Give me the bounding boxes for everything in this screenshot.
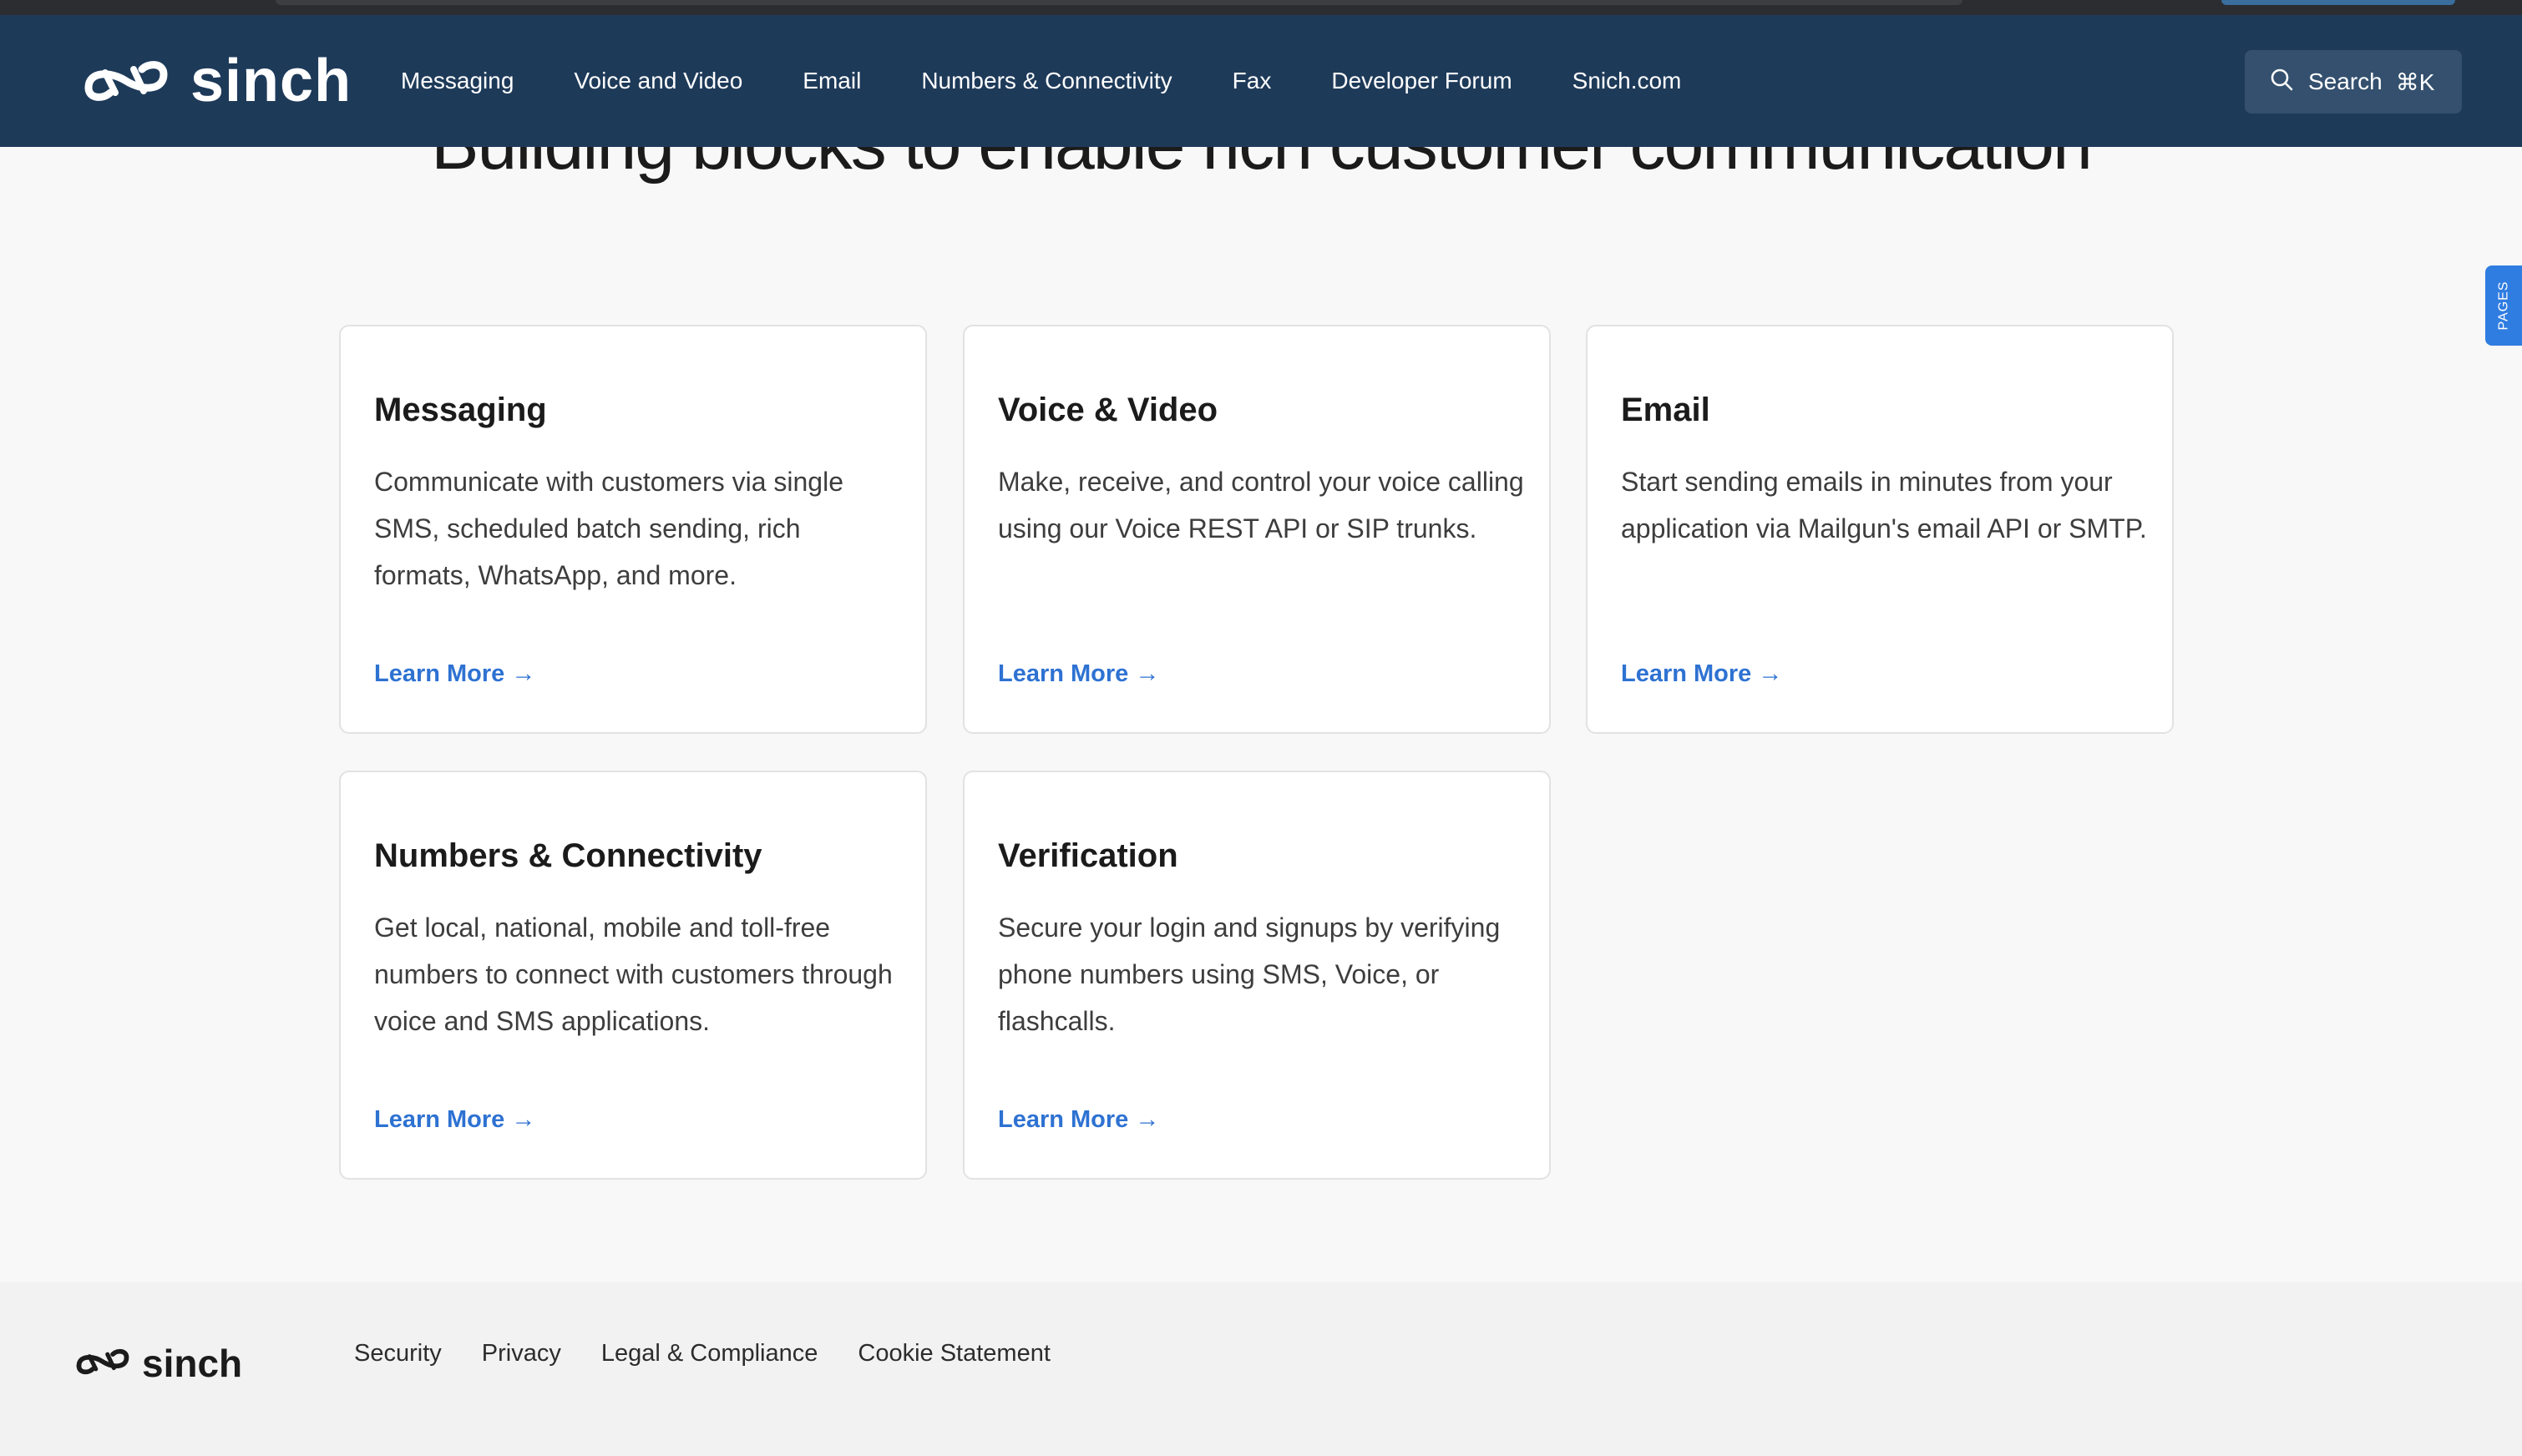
card-title: Voice & Video — [998, 392, 1218, 428]
learn-more-link[interactable]: Learn More → — [998, 1106, 1159, 1134]
footer-sinch-logo[interactable]: sinch — [73, 1344, 242, 1383]
footer-links: Security Privacy Legal & Compliance Cook… — [354, 1282, 1091, 1424]
footer-link-legal-compliance[interactable]: Legal & Compliance — [601, 1340, 818, 1368]
card-title: Email — [1621, 392, 1710, 428]
card-title: Verification — [998, 837, 1178, 874]
search-label: Search — [2308, 68, 2383, 94]
sinch-infinity-logo-icon — [73, 1346, 132, 1382]
browser-toolbar-button — [2221, 0, 2455, 5]
footer-link-privacy[interactable]: Privacy — [482, 1340, 561, 1368]
logo-wordmark: sinch — [190, 48, 352, 114]
nav-link-email[interactable]: Email — [803, 68, 861, 94]
sinch-infinity-logo-icon — [80, 56, 172, 106]
card-title: Numbers & Connectivity — [374, 837, 762, 874]
nav-link-numbers-connectivity[interactable]: Numbers & Connectivity — [921, 68, 1172, 94]
card-messaging: Messaging Communicate with customers via… — [339, 325, 927, 734]
search-shortcut: ⌘K — [2395, 68, 2435, 95]
magnifier-icon — [2245, 68, 2308, 97]
card-title: Messaging — [374, 392, 547, 428]
browser-top-strip — [0, 0, 2522, 15]
footer-link-cookie-statement[interactable]: Cookie Statement — [858, 1340, 1051, 1368]
nav-link-sinch-com[interactable]: Snich.com — [1572, 68, 1682, 94]
card-voice-video: Voice & Video Make, receive, and control… — [963, 325, 1551, 734]
nav-link-messaging[interactable]: Messaging — [401, 68, 514, 94]
nav-link-developer-forum[interactable]: Developer Forum — [1331, 68, 1512, 94]
footer-link-security[interactable]: Security — [354, 1340, 442, 1368]
nav-link-fax[interactable]: Fax — [1233, 68, 1272, 94]
pages-side-tab[interactable]: PAGES — [2485, 265, 2522, 346]
learn-more-link[interactable]: Learn More → — [998, 660, 1159, 688]
nav-links: Messaging Voice and Video Email Numbers … — [401, 15, 1741, 147]
footer: sinch Security Privacy Legal & Complianc… — [0, 1282, 2522, 1456]
nav-link-voice-and-video[interactable]: Voice and Video — [574, 68, 742, 94]
top-navigation: sinch Messaging Voice and Video Email Nu… — [0, 15, 2522, 147]
card-description: Secure your login and signups by verifyi… — [998, 913, 1501, 1036]
sinch-logo[interactable]: sinch — [80, 48, 352, 114]
card-verification: Verification Secure your login and signu… — [963, 771, 1551, 1180]
learn-more-link[interactable]: Learn More → — [1621, 660, 1782, 688]
card-email: Email Start sending emails in minutes fr… — [1586, 325, 2174, 734]
footer-logo-wordmark: sinch — [142, 1342, 243, 1385]
card-description: Get local, national, mobile and toll-fre… — [374, 913, 893, 1036]
learn-more-link[interactable]: Learn More → — [374, 1106, 535, 1134]
card-numbers-connectivity: Numbers & Connectivity Get local, nation… — [339, 771, 927, 1180]
browser-address-bar — [276, 0, 1962, 5]
card-description: Start sending emails in minutes from you… — [1621, 467, 2147, 543]
card-description: Communicate with customers via single SM… — [374, 467, 843, 590]
pages-side-tab-label: PAGES — [2496, 281, 2511, 331]
learn-more-link[interactable]: Learn More → — [374, 660, 535, 688]
search-button[interactable]: Search ⌘K — [2245, 50, 2462, 114]
card-description: Make, receive, and control your voice ca… — [998, 467, 1524, 543]
